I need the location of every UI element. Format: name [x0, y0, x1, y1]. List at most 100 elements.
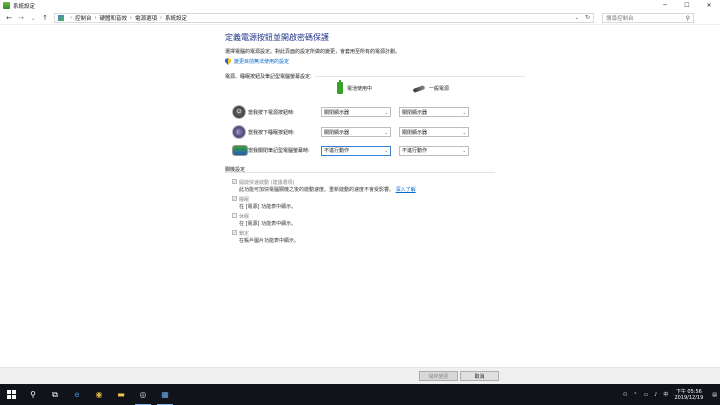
network-icon[interactable]: ▭: [643, 392, 648, 398]
breadcrumb: › 控制台 › 硬體和音效 › 電源選項 › 系統設定: [67, 14, 187, 22]
lock-option-label: 鎖定: [239, 231, 250, 237]
chevron-down-icon: ⌄: [384, 148, 388, 153]
chevron-down-icon: ⌄: [462, 129, 466, 135]
select-value: 不進行動作: [402, 148, 428, 154]
clock-date: 2019/12/19: [674, 394, 704, 401]
title-bar: 系統設定 ─ ☐ ✕: [0, 0, 720, 11]
power-button-plugged-select[interactable]: 關閉顯示器 ⌄: [399, 107, 469, 117]
breadcrumb-separator: ›: [130, 14, 133, 21]
sleep-button-battery-select[interactable]: 關閉顯示器 ⌄: [321, 127, 391, 137]
hibernate-option-desc: 在 [電源] 功能表中顯示。: [239, 221, 297, 227]
recent-locations-icon[interactable]: ⌄: [27, 14, 39, 22]
file-explorer-icon[interactable]: ▬: [110, 384, 132, 405]
task-view-icon[interactable]: ⧉: [44, 384, 66, 405]
chevron-down-icon: ⌄: [462, 148, 466, 153]
lock-option[interactable]: ✓ 鎖定: [232, 230, 249, 237]
people-icon[interactable]: ⚇: [623, 392, 627, 398]
chevron-down-icon: ⌄: [384, 129, 388, 135]
close-button[interactable]: ✕: [698, 0, 720, 11]
forward-icon[interactable]: →: [15, 14, 27, 22]
divider: [314, 76, 525, 77]
lock-checkbox[interactable]: ✓: [232, 230, 237, 235]
refresh-icon[interactable]: ↻: [585, 14, 590, 21]
fast-startup-desc-text: 此功能可加快電腦關機之後的啟動速度。重新啟動的速度不會受影響。: [239, 187, 395, 193]
battery-column-label: 電池使用中: [347, 85, 373, 92]
sleep-button-icon: ☾: [233, 126, 245, 138]
power-button-row: ⏻ 當我按下電源按鈕時: 關閉顯示器 ⌄ 關閉顯示器 ⌄: [233, 106, 533, 118]
select-value: 關閉顯示器: [324, 109, 350, 116]
sleep-checkbox[interactable]: ✓: [232, 196, 237, 201]
sleep-option-label: 睡眠: [239, 197, 250, 203]
show-hidden-icons[interactable]: ⌃: [633, 392, 637, 398]
taskbar: ⚲ ⧉ e ◉ ▬ ◎ ▦ ⚇ ⌃ ▭ ♪ 中 下午 05:56 2019/12…: [0, 384, 720, 405]
up-icon[interactable]: ↑: [39, 14, 51, 22]
address-dropdown-icon[interactable]: ⌄: [575, 15, 579, 21]
volume-icon[interactable]: ♪: [654, 392, 657, 398]
hibernate-option[interactable]: 休眠: [232, 213, 249, 220]
lid-close-plugged-select[interactable]: 不進行動作 ⌄: [399, 145, 469, 156]
uac-shield-icon: [225, 58, 231, 65]
control-panel-taskbar-icon[interactable]: ▦: [154, 384, 176, 405]
fast-startup-desc: 此功能可加快電腦關機之後的啟動速度。重新啟動的速度不會受影響。 深入了解: [239, 186, 416, 193]
select-value: 關閉顯示器: [402, 109, 428, 116]
power-button-label: 當我按下電源按鈕時:: [248, 109, 295, 116]
minimize-button[interactable]: ─: [654, 0, 676, 11]
select-value: 關閉顯示器: [402, 129, 428, 136]
power-button-icon: ⏻: [233, 106, 245, 118]
notifications-icon[interactable]: ▤: [712, 392, 717, 398]
chrome-icon[interactable]: ◉: [88, 384, 110, 405]
fast-startup-option[interactable]: ✓ 開啟快速啟動 (建議選項): [232, 179, 295, 186]
battery-icon: [337, 80, 343, 94]
breadcrumb-power-options[interactable]: 電源選項: [135, 14, 157, 22]
cancel-button[interactable]: 取消: [460, 371, 499, 381]
change-settings-link[interactable]: 變更目前無法使用的設定: [225, 58, 525, 65]
maximize-button[interactable]: ☐: [676, 0, 698, 11]
select-value: 不進行動作: [324, 148, 350, 154]
breadcrumb-separator: ›: [70, 14, 72, 21]
page-title: 定義電源按鈕並開啟密碼保護: [225, 33, 329, 42]
clock[interactable]: 下午 05:56 2019/12/19: [674, 389, 703, 401]
footer-bar: 儲存變更 取消: [0, 367, 720, 384]
edge-icon[interactable]: e: [66, 384, 88, 405]
chevron-down-icon: ⌄: [384, 109, 388, 115]
hibernate-checkbox[interactable]: [232, 213, 237, 218]
input-language[interactable]: 中: [663, 391, 668, 398]
search-icon: ⚲: [685, 14, 690, 22]
breadcrumb-hardware-sound[interactable]: 硬體和音效: [100, 14, 128, 22]
laptop-lid-icon: [233, 146, 247, 155]
sleep-option[interactable]: ✓ 睡眠: [232, 196, 249, 203]
search-icon[interactable]: ⚲: [22, 384, 44, 405]
start-button[interactable]: [0, 384, 22, 405]
fast-startup-checkbox[interactable]: ✓: [232, 179, 237, 184]
breadcrumb-system-settings[interactable]: 系統設定: [165, 14, 187, 22]
sleep-button-plugged-select[interactable]: 關閉顯示器 ⌄: [399, 127, 469, 137]
breadcrumb-separator: ›: [160, 14, 163, 21]
learn-more-link[interactable]: 深入了解: [396, 187, 416, 193]
search-input[interactable]: 搜尋控制台 ⚲: [602, 12, 694, 23]
fast-startup-label: 開啟快速啟動 (建議選項): [239, 180, 295, 186]
power-plug-icon: [412, 84, 426, 93]
windows-icon: [6, 390, 16, 399]
control-panel-icon: [58, 14, 64, 21]
breadcrumb-control-panel[interactable]: 控制台: [75, 14, 92, 22]
lid-close-battery-select[interactable]: 不進行動作 ⌄: [321, 145, 391, 156]
chevron-down-icon: ⌄: [462, 109, 466, 115]
back-icon[interactable]: ←: [3, 14, 15, 22]
power-section-heading: 電源、睡眠按鈕及筆記型電腦螢幕設定:: [225, 73, 525, 80]
sleep-option-desc: 在 [電源] 功能表中顯示。: [239, 204, 297, 210]
power-button-battery-select[interactable]: 關閉顯示器 ⌄: [321, 107, 391, 117]
select-value: 關閉顯示器: [324, 129, 350, 136]
power-options-icon: [3, 2, 10, 9]
main-content: 定義電源按鈕並開啟密碼保護 選擇電腦的電源設定。對此頁面的設定所做的變更，會套用…: [225, 32, 525, 156]
plugged-column-label: 一般電源: [429, 86, 450, 92]
address-bar[interactable]: › 控制台 › 硬體和音效 › 電源選項 › 系統設定 ⌄ ↻: [54, 12, 594, 23]
change-settings-label: 變更目前無法使用的設定: [234, 59, 290, 65]
search-placeholder: 搜尋控制台: [606, 15, 634, 22]
nav-buttons: ← → ⌄ ↑: [3, 14, 51, 22]
save-button[interactable]: 儲存變更: [419, 371, 458, 381]
sleep-button-label: 當我按下睡眠按鈕時:: [248, 129, 295, 136]
steam-icon[interactable]: ◎: [132, 384, 154, 405]
plugged-column-header: 一般電源: [412, 84, 450, 93]
page-description: 選擇電腦的電源設定。對此頁面的設定所做的變更，會套用至所有的電源計劃。: [225, 49, 401, 55]
lid-close-label: 當我關閉筆記型電腦螢幕時:: [248, 148, 310, 154]
